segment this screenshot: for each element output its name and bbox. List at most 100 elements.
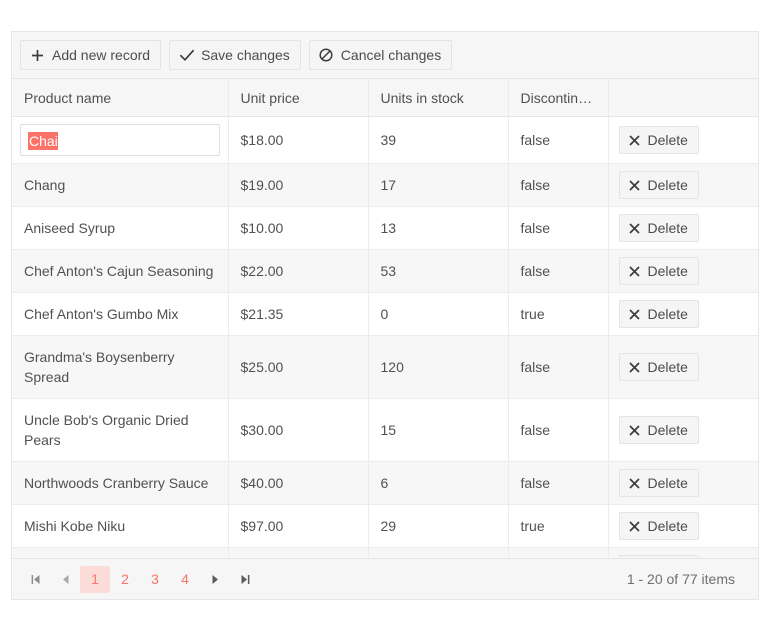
check-icon [179,48,194,63]
cell-discontinued: false [508,249,609,293]
x-icon [628,308,641,321]
table-row[interactable]: Chai $18.00 39 false Delete [12,117,758,164]
grid-toolbar: Add new record Save changes Cancel chang… [12,32,758,79]
last-page-icon[interactable] [230,566,260,593]
x-icon [628,134,641,147]
cell-unit-price: $97.00 [228,504,369,548]
table-row[interactable]: Mishi Kobe Niku $97.00 29 true Delete [12,504,758,548]
delete-button[interactable]: Delete [618,555,699,558]
table-row[interactable]: Ikura$31.0031false Delete [12,547,758,558]
cell-units-in-stock: 39 [368,117,509,164]
cell-discontinued: false [508,398,609,462]
save-changes-button[interactable]: Save changes [169,40,301,70]
table-row[interactable]: Chang $19.00 17 false Delete [12,163,758,207]
cell-units-in-stock: 0 [368,292,509,336]
delete-button[interactable]: Delete [618,257,699,285]
grid-header-table: Product name Unit price Units in stock D… [12,79,758,117]
delete-button[interactable]: Delete [618,353,699,381]
cell-commands: Delete [608,335,758,399]
delete-button[interactable]: Delete [618,171,699,199]
delete-button[interactable]: Delete [618,300,699,328]
table-row[interactable]: Chef Anton's Cajun Seasoning $22.00 53 fals… [12,249,758,293]
cell-discontinued: true [508,292,609,336]
cell-unit-price: $40.00 [228,461,369,505]
pager-info: 1 - 20 of 77 items [626,571,735,587]
delete-button-label: Delete [647,306,688,322]
x-icon [628,361,641,374]
cell-units-in-stock: 53 [368,249,509,293]
next-page-icon[interactable] [200,566,230,593]
pager-page-2[interactable]: 2 [110,566,140,593]
delete-button-label: Delete [647,132,688,148]
column-header-unit-price[interactable]: Unit price [228,79,369,117]
cell-product-name: Chef Anton's Cajun Seasoning [12,249,229,293]
cell-commands: Delete [608,206,758,250]
cell-units-in-stock: 6 [368,461,509,505]
grid-pager: 1234 1 - 20 of 77 items [12,558,758,599]
delete-button-label: Delete [647,475,688,491]
delete-button[interactable]: Delete [618,126,699,154]
cell-units-in-stock: 13 [368,206,509,250]
cell-unit-price: $10.00 [228,206,369,250]
delete-button[interactable]: Delete [618,214,699,242]
cancel-changes-button[interactable]: Cancel changes [308,40,453,70]
x-icon [628,179,641,192]
cell-product-name: Aniseed Syrup [12,206,229,250]
pager-page-1[interactable]: 1 [80,565,110,593]
delete-button[interactable]: Delete [618,416,699,444]
table-row[interactable]: Aniseed Syrup $10.00 13 false Delete [12,206,758,250]
cell-unit-price: $30.00 [228,398,369,462]
delete-button-label: Delete [647,422,688,438]
cell-commands: Delete [608,398,758,462]
cell-commands: Delete [608,292,758,336]
cell-unit-price: $25.00 [228,335,369,399]
cell-unit-price: $19.00 [228,163,369,207]
save-changes-label: Save changes [201,47,290,63]
cell-units-in-stock: 120 [368,335,509,399]
x-icon [628,222,641,235]
pager-page-3[interactable]: 3 [140,566,170,593]
table-row[interactable]: Chef Anton's Gumbo Mix $21.35 0 true Delete [12,292,758,336]
x-icon [628,424,641,437]
cell-commands: Delete [608,117,758,164]
cell-commands: Delete [608,249,758,293]
x-icon [628,520,641,533]
cell-commands: Delete [608,547,758,558]
table-row[interactable]: Northwoods Cranberry Sauce $40.00 6 false De… [12,461,758,505]
cell-product-name: Northwoods Cranberry Sauce [12,461,229,505]
column-header-product-name[interactable]: Product name [12,79,229,117]
delete-button[interactable]: Delete [618,512,699,540]
selected-text: Chai [28,132,58,150]
x-icon [628,265,641,278]
delete-button-label: Delete [647,359,688,375]
table-row[interactable]: Uncle Bob's Organic Dried Pears $30.00 15 f… [12,398,758,462]
add-new-record-label: Add new record [52,47,151,63]
cell-discontinued: false [508,117,609,164]
cell-discontinued: false [508,206,609,250]
delete-button[interactable]: Delete [618,469,699,497]
cell-discontinued: false [508,163,609,207]
first-page-icon[interactable] [20,566,50,593]
table-row[interactable]: Grandma's Boysenberry Spread $25.00 120 fal… [12,335,758,399]
column-header-discontinued[interactable]: Discontin… [508,79,609,117]
cell-discontinued: false [508,335,609,399]
add-new-record-button[interactable]: Add new record [20,40,162,70]
header-row: Product name Unit price Units in stock D… [12,79,758,117]
cell-product-name: Uncle Bob's Organic Dried Pears [12,398,229,462]
cell-unit-price: $22.00 [228,249,369,293]
cell-commands: Delete [608,461,758,505]
prev-page-icon[interactable] [50,566,80,593]
grid-body-scroll[interactable]: Chai $18.00 39 false Delete Chang $19.00 17 fals… [12,117,758,558]
cell-units-in-stock: 15 [368,398,509,462]
cancel-circle-icon [319,48,334,63]
delete-button-label: Delete [647,220,688,236]
cell-unit-price: $21.35 [228,292,369,336]
cell-commands: Delete [608,504,758,548]
column-header-units-in-stock[interactable]: Units in stock [368,79,509,117]
cell-product-name: Grandma's Boysenberry Spread [12,335,229,399]
cell-product-name: Chang [12,163,229,207]
product-name-input[interactable]: Chai [20,124,220,156]
pager-page-4[interactable]: 4 [170,566,200,593]
grid-body-table: Chai $18.00 39 false Delete Chang $19.00 17 fals… [12,117,758,558]
delete-button-label: Delete [647,263,688,279]
